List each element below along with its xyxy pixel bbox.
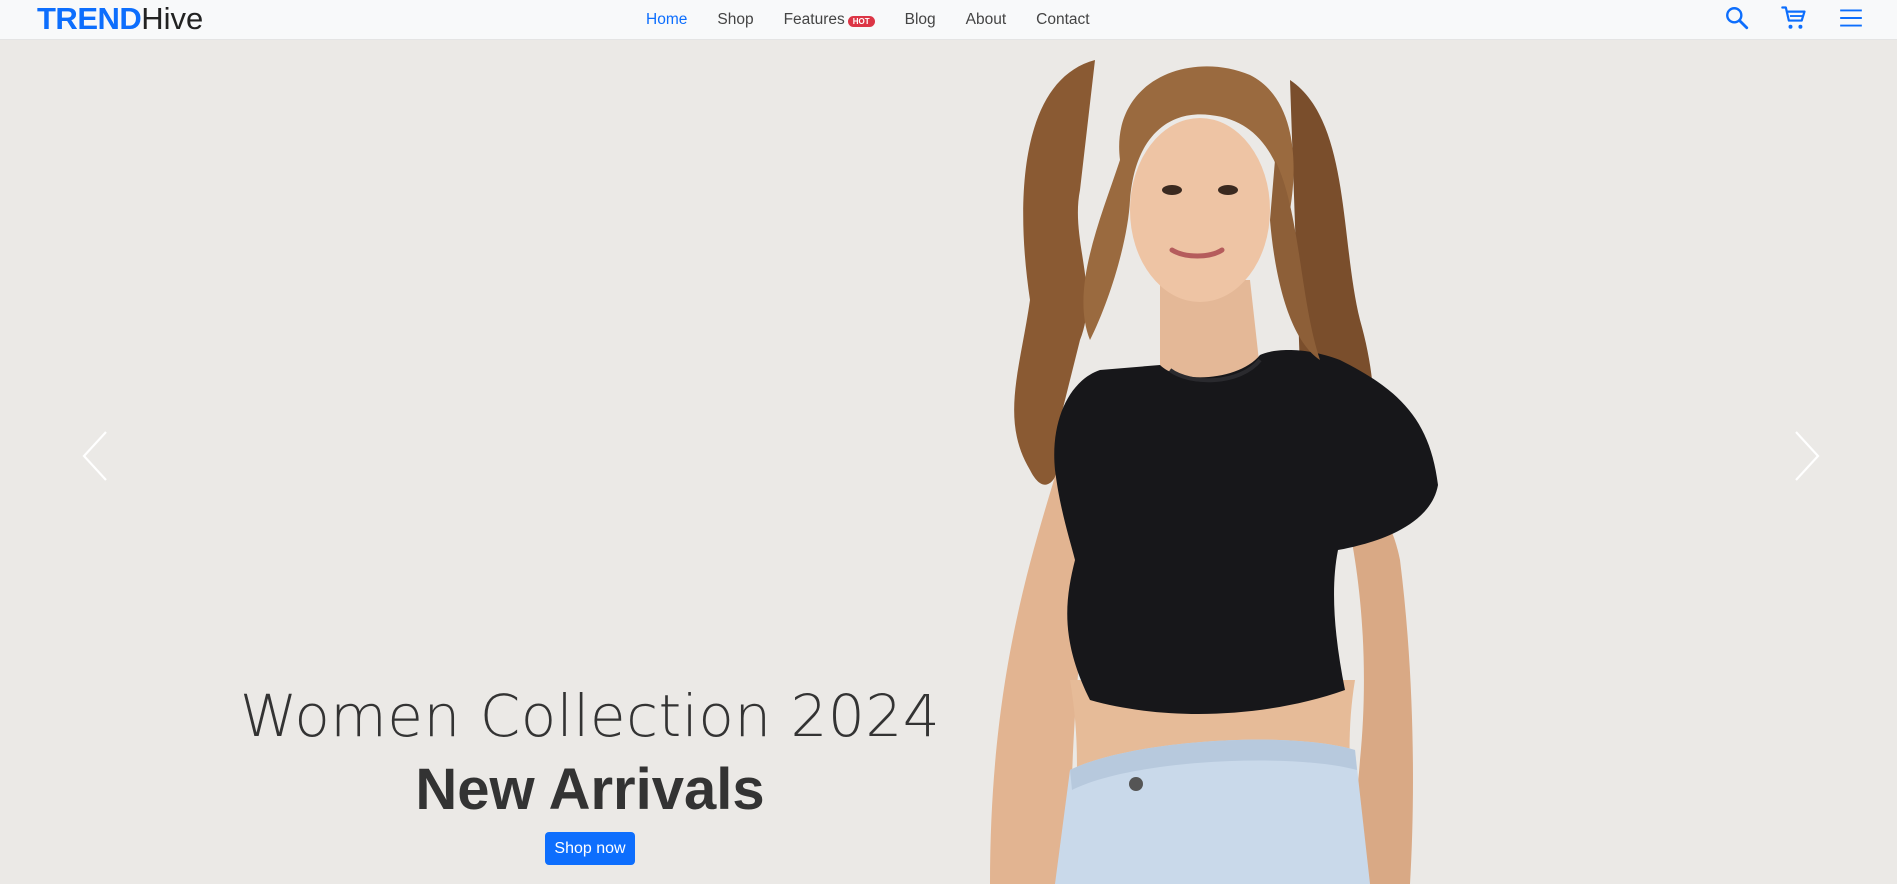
carousel-prev-arrow-icon[interactable] bbox=[80, 430, 110, 482]
hamburger-menu-icon bbox=[1840, 9, 1862, 27]
cart-icon bbox=[1781, 6, 1806, 29]
top-navbar: TRENDHive Home Shop Features HOT Blog Ab… bbox=[0, 0, 1897, 40]
brand-part-hive: Hive bbox=[141, 1, 204, 36]
hero-caption: Women Collection 2024 New Arrivals Shop … bbox=[200, 680, 980, 865]
search-button[interactable] bbox=[1721, 2, 1753, 34]
nav-contact[interactable]: Contact bbox=[1036, 11, 1089, 29]
nav-features-label: Features bbox=[783, 11, 845, 28]
carousel-next-arrow-icon[interactable] bbox=[1792, 430, 1822, 482]
hero-title: New Arrivals bbox=[415, 757, 765, 822]
nav-about[interactable]: About bbox=[966, 11, 1007, 29]
nav-home[interactable]: Home bbox=[646, 11, 687, 29]
hero-model-image bbox=[990, 60, 1438, 884]
main-nav: Home Shop Features HOT Blog About Contac… bbox=[646, 0, 1120, 40]
menu-button[interactable] bbox=[1835, 2, 1867, 34]
brand-part-trend: TREND bbox=[37, 1, 142, 36]
nav-shop[interactable]: Shop bbox=[717, 11, 753, 29]
brand-logo[interactable]: TRENDHive bbox=[37, 1, 203, 37]
hot-badge: HOT bbox=[847, 15, 875, 27]
hero-subtitle: Women Collection 2024 bbox=[239, 682, 941, 750]
nav-blog[interactable]: Blog bbox=[905, 11, 936, 29]
nav-features[interactable]: Features HOT bbox=[784, 11, 875, 29]
search-icon bbox=[1726, 7, 1749, 30]
cart-button[interactable] bbox=[1778, 2, 1810, 34]
shop-now-button[interactable]: Shop now bbox=[545, 832, 635, 865]
hero-carousel: Women Collection 2024 New Arrivals Shop … bbox=[0, 40, 1897, 884]
